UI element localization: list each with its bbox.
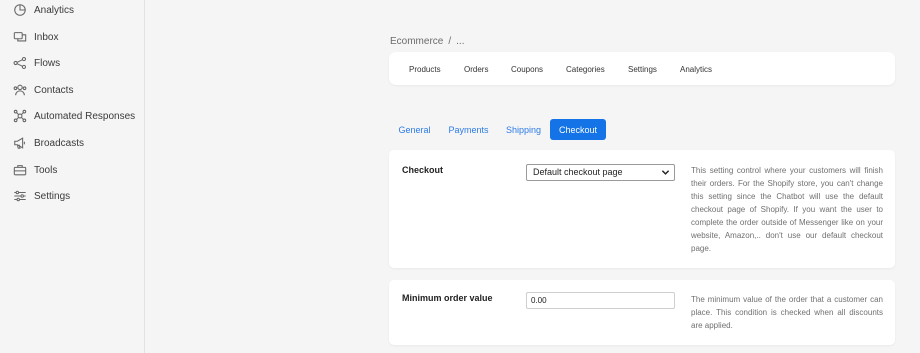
checkout-select-value: Default checkout page — [533, 167, 623, 177]
checkout-label: Checkout — [402, 165, 444, 175]
sidebar-item-flows[interactable]: Flows — [12, 53, 60, 73]
sidebar-item-automated-responses[interactable]: Automated Responses — [12, 106, 135, 126]
broadcasts-icon — [12, 135, 28, 151]
sidebar-item-label: Flows — [34, 57, 61, 69]
min-order-input[interactable] — [526, 292, 675, 309]
sidebar-item-label: Inbox — [34, 31, 59, 43]
inbox-icon — [12, 29, 28, 45]
sidebar-item-label: Analytics — [34, 4, 75, 16]
sidebar-item-tools[interactable]: Tools — [12, 160, 57, 180]
breadcrumb: Ecommerce / ... — [390, 36, 464, 47]
tab-shipping[interactable]: Shipping — [501, 119, 546, 140]
checkout-page-select[interactable]: Default checkout page — [526, 164, 675, 181]
tools-icon — [12, 162, 28, 178]
nav-products[interactable]: Products — [409, 65, 441, 74]
breadcrumb-root[interactable]: Ecommerce — [390, 36, 443, 47]
checkout-help-text: This setting control where your customer… — [691, 166, 883, 253]
sidebar-item-contacts[interactable]: Contacts — [12, 80, 73, 100]
min-order-help-text: The minimum value of the order that a cu… — [691, 295, 883, 330]
flows-icon — [12, 55, 28, 71]
tab-checkout[interactable]: Checkout — [550, 119, 606, 140]
sidebar-item-broadcasts[interactable]: Broadcasts — [12, 133, 84, 153]
sidebar-item-settings[interactable]: Settings — [12, 186, 70, 206]
nav-settings[interactable]: Settings — [628, 65, 657, 74]
tab-general[interactable]: General — [391, 119, 438, 140]
sliders-icon — [12, 188, 28, 204]
sidebar-item-analytics[interactable]: Analytics — [12, 0, 74, 20]
nav-orders[interactable]: Orders — [464, 65, 488, 74]
contacts-icon — [12, 82, 28, 98]
checkout-setting-card: Checkout Default checkout page This sett… — [389, 150, 895, 268]
analytics-icon — [12, 2, 28, 18]
nav-categories[interactable]: Categories — [566, 65, 605, 74]
nav-analytics[interactable]: Analytics — [680, 65, 712, 74]
min-order-label: Minimum order value — [402, 293, 493, 303]
sidebar-item-label: Tools — [34, 164, 58, 176]
sidebar-item-label: Broadcasts — [34, 137, 85, 149]
breadcrumb-separator: / — [448, 36, 452, 47]
breadcrumb-current: ... — [456, 36, 465, 47]
nav-coupons[interactable]: Coupons — [511, 65, 543, 74]
automated-responses-icon — [12, 108, 28, 124]
ecommerce-nav: Products Orders Coupons Categories Setti… — [389, 52, 895, 85]
sidebar-item-label: Contacts — [34, 84, 74, 96]
min-order-setting-card: Minimum order value The minimum value of… — [389, 280, 895, 345]
sidebar: Analytics Inbox Flows Contacts Automated… — [0, 0, 145, 353]
sidebar-item-label: Settings — [34, 190, 71, 202]
sidebar-item-inbox[interactable]: Inbox — [12, 27, 58, 47]
tab-payments[interactable]: Payments — [444, 119, 493, 140]
chevron-down-icon — [661, 170, 670, 175]
sidebar-item-label: Automated Responses — [34, 110, 136, 122]
